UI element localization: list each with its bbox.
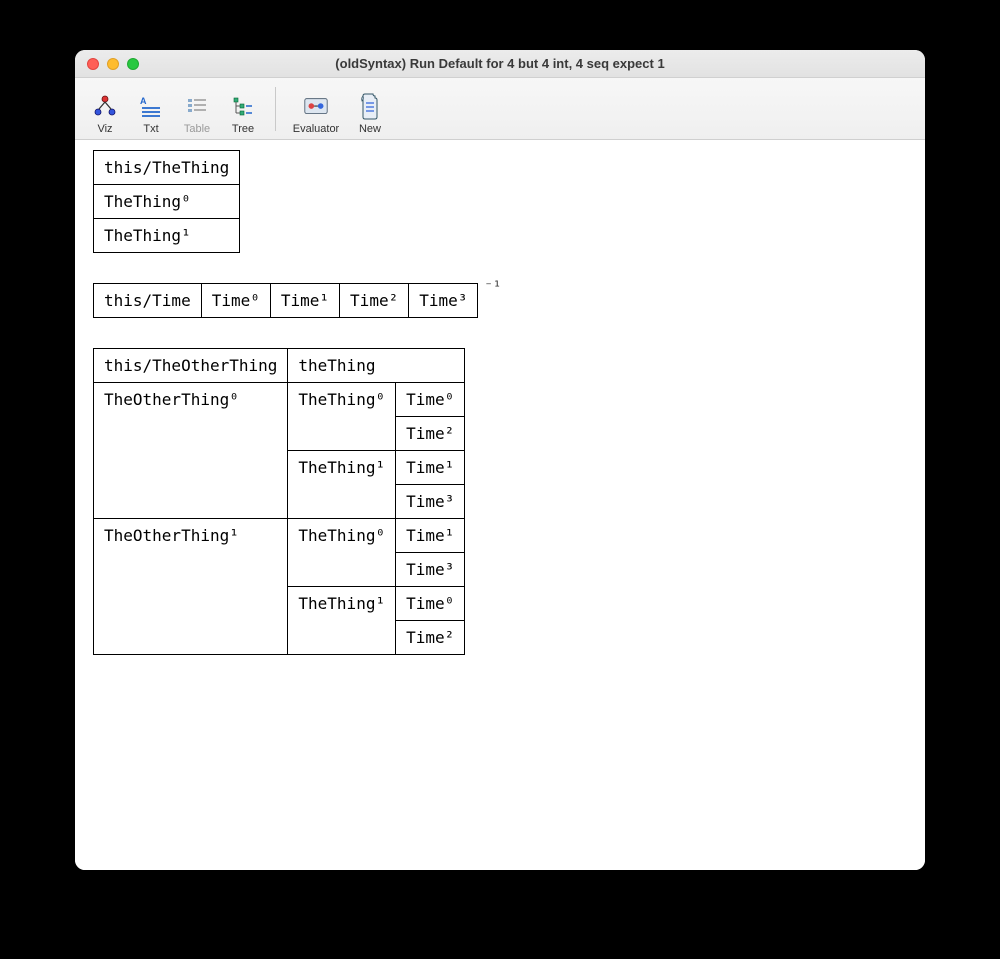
new-icon [356, 93, 384, 121]
thing-table: this/TheThing TheThing⁰ TheThing¹ [93, 150, 240, 253]
new-label: New [359, 123, 381, 135]
time-table: this/Time Time⁰ Time¹ Time² Time³ [93, 283, 478, 318]
thing-row: TheThing¹ [94, 219, 240, 253]
time-cell: this/Time [94, 284, 202, 318]
tree-label: Tree [232, 123, 254, 135]
other-row-label: TheOtherThing¹ [94, 519, 288, 655]
time-cell: Time² [340, 284, 409, 318]
tree-icon [229, 93, 257, 121]
other-time-cell: Time³ [396, 553, 465, 587]
evaluator-icon [302, 93, 330, 121]
other-time-cell: Time⁰ [396, 587, 465, 621]
thing-header: this/TheThing [94, 151, 240, 185]
toolbar: Viz A Txt [75, 78, 925, 140]
time-annotation: ⁻¹ [484, 279, 501, 295]
traffic-lights [75, 58, 139, 70]
new-button[interactable]: New [348, 81, 392, 137]
other-time-cell: Time² [396, 621, 465, 655]
txt-label: Txt [143, 123, 158, 135]
other-thing-cell: TheThing⁰ [288, 519, 396, 587]
time-cell: Time¹ [270, 284, 339, 318]
other-header: this/TheOtherThing [94, 349, 288, 383]
titlebar: (oldSyntax) Run Default for 4 but 4 int,… [75, 50, 925, 78]
other-table: this/TheOtherThing theThing TheOtherThin… [93, 348, 465, 655]
app-window: (oldSyntax) Run Default for 4 but 4 int,… [75, 50, 925, 870]
window-title: (oldSyntax) Run Default for 4 but 4 int,… [75, 56, 925, 71]
other-time-cell: Time¹ [396, 519, 465, 553]
time-cell: Time³ [409, 284, 478, 318]
tree-button[interactable]: Tree [221, 81, 265, 137]
viz-icon [91, 93, 119, 121]
thing-row: TheThing⁰ [94, 185, 240, 219]
other-time-cell: Time⁰ [396, 383, 465, 417]
other-header: theThing [288, 349, 465, 383]
minimize-icon[interactable] [107, 58, 119, 70]
zoom-icon[interactable] [127, 58, 139, 70]
evaluator-button[interactable]: Evaluator [286, 81, 346, 137]
time-cell: Time⁰ [201, 284, 270, 318]
other-time-cell: Time³ [396, 485, 465, 519]
content-pane: this/TheThing TheThing⁰ TheThing¹ this/T… [75, 140, 925, 870]
other-thing-cell: TheThing⁰ [288, 383, 396, 451]
other-thing-cell: TheThing¹ [288, 451, 396, 519]
table-button[interactable]: Table [175, 81, 219, 137]
txt-button[interactable]: A Txt [129, 81, 173, 137]
close-icon[interactable] [87, 58, 99, 70]
other-time-cell: Time¹ [396, 451, 465, 485]
other-thing-cell: TheThing¹ [288, 587, 396, 655]
txt-icon: A [137, 93, 165, 121]
table-icon [183, 93, 211, 121]
toolbar-separator [275, 87, 276, 131]
svg-text:A: A [140, 96, 147, 106]
table-label: Table [184, 123, 210, 135]
viz-button[interactable]: Viz [83, 81, 127, 137]
viz-label: Viz [97, 123, 112, 135]
other-row-label: TheOtherThing⁰ [94, 383, 288, 519]
evaluator-label: Evaluator [293, 123, 339, 135]
other-time-cell: Time² [396, 417, 465, 451]
